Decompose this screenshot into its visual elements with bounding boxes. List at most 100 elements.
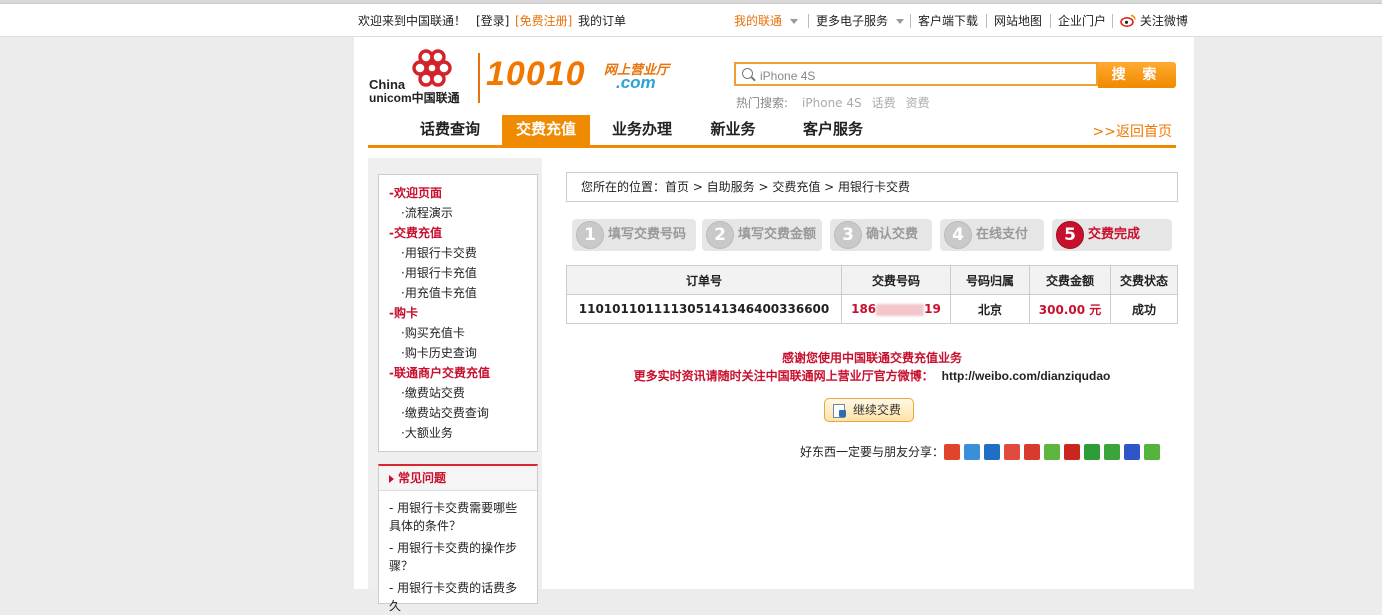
column-header: 交费金额 (1029, 265, 1111, 295)
nav-item-bill-query[interactable]: 话费查询 (406, 115, 494, 145)
thanks-message: 感谢您使用中国联通交费充值业务 (781, 351, 962, 365)
page-container: China unicom中国联通 10010 网上营业厅 .com 搜 索 热门… (354, 37, 1194, 613)
order-number: 1101011011113051413464003366​00 (566, 294, 842, 324)
login-link[interactable]: [登录] (476, 12, 509, 29)
faq-item[interactable]: - 用银行卡交费需要哪些具体的条件？ (379, 491, 537, 535)
result-table: 订单号 交费号码 号码归属 交费金额 交费状态 1101011011113051… (566, 265, 1178, 324)
phone-suffix: 19 (924, 302, 941, 316)
enterprise-link[interactable]: 企业门户 (1058, 12, 1106, 29)
divider (910, 14, 911, 28)
sidebar-item[interactable]: ·缴费站交费 (389, 383, 490, 403)
nav-item-business[interactable]: 业务办理 (598, 115, 686, 145)
column-header: 交费号码 (841, 265, 951, 295)
payment-status: 成功 (1110, 294, 1178, 324)
step-number: 4 (944, 221, 972, 249)
qzone-icon[interactable] (964, 444, 980, 460)
step-5: 5 交费完成 (1052, 219, 1172, 251)
column-header: 号码归属 (950, 265, 1030, 295)
chevron-down-icon (790, 19, 799, 24)
t163-icon[interactable] (1064, 444, 1080, 460)
step-1: 1 填写交费号码 (572, 219, 696, 251)
breadcrumb: 您所在的位置：首页 > 自助服务 > 交费充值 > 用银行卡交费 (566, 172, 1178, 202)
weibo-icon (1120, 14, 1136, 27)
weibo-follow-link[interactable]: 关注微博 (1120, 12, 1188, 29)
sidebar-item[interactable]: ·缴费站交费查询 (389, 403, 490, 423)
step-label: 填写交费号码 (608, 227, 687, 242)
search-icon (742, 68, 753, 79)
sidebar-item[interactable]: ·用充值卡充值 (389, 283, 490, 303)
divider (1112, 14, 1113, 28)
sidebar-section-heading[interactable]: -联通商户交费充值 (389, 363, 490, 383)
douban-icon[interactable] (1084, 444, 1100, 460)
divider (808, 14, 809, 28)
client-download-link[interactable]: 客户端下载 (918, 12, 978, 29)
faq-item[interactable]: - 用银行卡交费的操作步骤？ (379, 535, 537, 575)
hot-term-link[interactable]: 话费 (872, 96, 896, 110)
nav-item-payment[interactable]: 交费充值 (502, 115, 590, 145)
sidebar-menu: -欢迎页面 ·流程演示 -交费充值 ·用银行卡交费 ·用银行卡充值 ·用充值卡充值 -购卡 ·… (378, 174, 538, 452)
more-share-icon[interactable] (1144, 444, 1160, 460)
logo-10010[interactable]: 10010 (486, 55, 586, 94)
sina-weibo-icon[interactable] (944, 444, 960, 460)
nav-item-customer-service[interactable]: 客户服务 (786, 115, 880, 145)
sidebar-item[interactable]: ·购卡历史查询 (389, 343, 490, 363)
step-number: 3 (834, 221, 862, 249)
sidebar-item[interactable]: ·用银行卡充值 (389, 263, 490, 283)
faq-title: 常见问题 (379, 466, 537, 491)
step-label: 确认交费 (866, 227, 919, 242)
redacted-digits (876, 303, 925, 316)
step-4: 4 在线支付 (940, 219, 1044, 251)
number-region: 北京 (950, 294, 1030, 324)
back-home-link[interactable]: >>返回首页 (1093, 121, 1172, 141)
share-label: 好东西一定要与朋友分享： (800, 445, 945, 459)
baidu-icon[interactable] (1124, 444, 1140, 460)
my-unicom-label: 我的联通 (734, 14, 783, 28)
weibo-follow-label: 关注微博 (1139, 14, 1188, 28)
follow-message: 更多实时资讯请随时关注中国联通网上营业厅官方微博： http://weibo.co… (566, 367, 1178, 384)
search-box (734, 62, 1098, 86)
phone-number: 186 19 (841, 294, 951, 324)
step-3: 3 确认交费 (830, 219, 932, 251)
sidebar-item[interactable]: ·用银行卡交费 (389, 243, 490, 263)
pengyou-icon[interactable] (1044, 444, 1060, 460)
sidebar-item[interactable]: ·购买充值卡 (389, 323, 490, 343)
sidebar: -欢迎页面 ·流程演示 -交费充值 ·用银行卡交费 ·用银行卡充值 ·用充值卡充值 -购卡 ·… (368, 158, 542, 613)
search-input[interactable] (758, 66, 1092, 86)
my-orders-link[interactable]: 我的订单 (578, 12, 626, 29)
sitemap-link[interactable]: 网站地图 (994, 12, 1042, 29)
logo-unicom-text: unicom中国联通 (369, 91, 460, 105)
payment-amount: 300.00 元 (1029, 294, 1111, 324)
search-button[interactable]: 搜 索 (1098, 62, 1176, 88)
sidebar-item[interactable]: ·大额业务 (389, 423, 490, 443)
kaixin-icon[interactable] (1004, 444, 1020, 460)
hot-term-link[interactable]: iPhone 4S (802, 96, 862, 110)
renren-icon[interactable] (984, 444, 1000, 460)
faq-item[interactable]: - 用银行卡交费的话费多久 (379, 575, 537, 615)
weibo-url[interactable]: http://weibo.com/dianziqudao (942, 369, 1111, 383)
more-services-label: 更多电子服务 (816, 14, 889, 28)
logo-divider (478, 53, 480, 103)
step-number: 2 (706, 221, 734, 249)
nav-item-new-business[interactable]: 新业务 (694, 115, 772, 145)
sidebar-section-heading[interactable]: -购卡 (389, 303, 490, 323)
tencent-weibo-icon[interactable] (1024, 444, 1040, 460)
faq-panel: 常见问题 - 用银行卡交费需要哪些具体的条件？ - 用银行卡交费的操作步骤？ -… (378, 464, 538, 613)
top-bar: 欢迎来到中国联通！ [登录] [免费注册] 我的订单 我的联通 更多电子服务 客… (0, 4, 1382, 37)
sidebar-section-heading[interactable]: -欢迎页面 (389, 183, 490, 203)
step-number: 1 (576, 221, 604, 249)
divider (986, 14, 987, 28)
register-link[interactable]: [免费注册] (515, 12, 572, 29)
my-unicom-menu[interactable]: 我的联通 (734, 12, 799, 29)
sidebar-section-heading[interactable]: -交费充值 (389, 223, 490, 243)
main-nav: 话费查询 交费充值 业务办理 新业务 客户服务 >>返回首页 (368, 115, 1176, 148)
step-2: 2 填写交费金额 (702, 219, 822, 251)
continue-payment-button[interactable]: 继续交费 (824, 398, 914, 422)
hot-term-link[interactable]: 资费 (906, 96, 930, 110)
more-services-menu[interactable]: 更多电子服务 (816, 12, 905, 29)
sidebar-item[interactable]: ·流程演示 (389, 203, 490, 223)
step-label: 填写交费金额 (738, 227, 817, 242)
divider (1050, 14, 1051, 28)
clover-icon[interactable] (1104, 444, 1120, 460)
continue-payment-label: 继续交费 (853, 403, 902, 417)
step-label: 交费完成 (1088, 227, 1141, 242)
